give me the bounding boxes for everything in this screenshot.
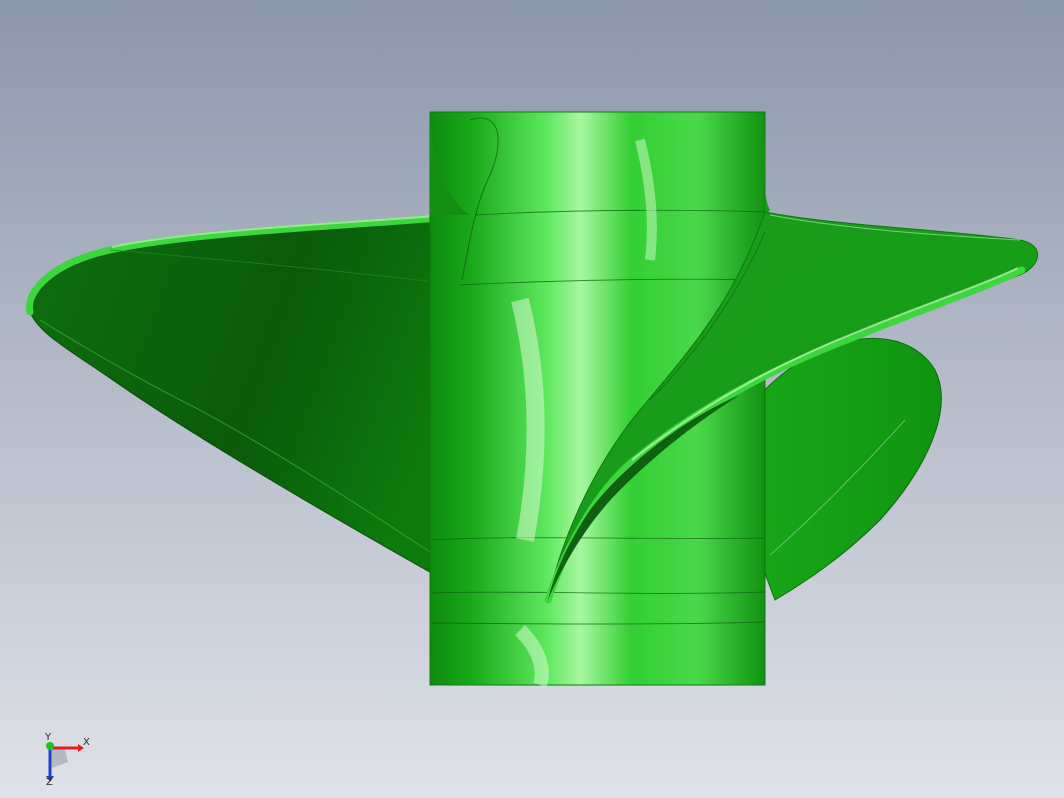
graphics-viewport[interactable] (0, 0, 1064, 798)
triad-y-label: Y (44, 732, 52, 743)
triad-x-label: X (83, 737, 90, 748)
triad-y-axis (46, 742, 54, 750)
coordinate-triad: X Y Z (44, 732, 90, 786)
triad-z-label: Z (46, 777, 53, 786)
